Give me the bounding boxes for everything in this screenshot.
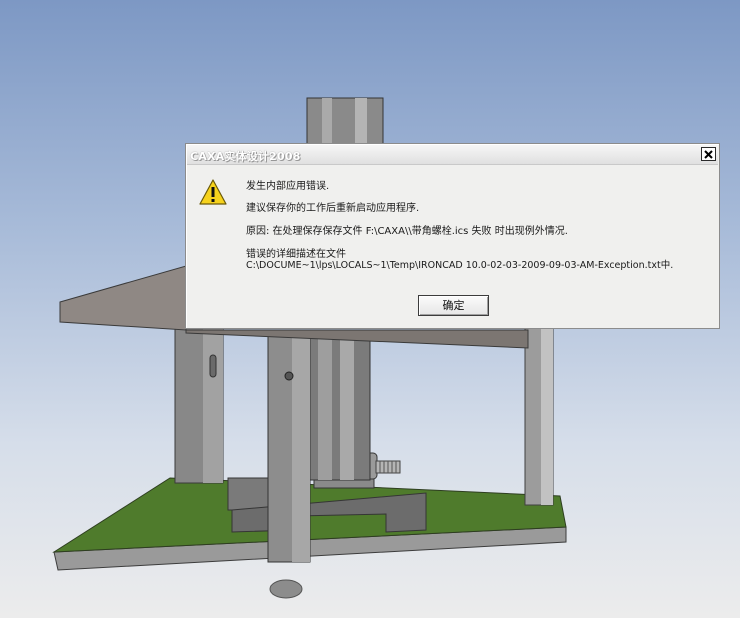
log-file-path: C:\DOCUME~1\lps\LOCALS~1\Temp\IRONCAD 10… bbox=[246, 260, 674, 271]
error-dialog: CAXA实体设计2008 发生内部应用错误. 建议保存你的工作后重新启动应用程序… bbox=[185, 143, 720, 329]
close-icon bbox=[704, 150, 713, 159]
ok-button[interactable]: 确定 bbox=[418, 295, 489, 316]
error-message: 发生内部应用错误. bbox=[246, 181, 330, 192]
reason-message: 原因: 在处理保存保存文件 F:\CAXA\\带角螺栓.ics 失败 时出现例外… bbox=[246, 226, 568, 237]
advice-message: 建议保存你的工作后重新启动应用程序. bbox=[246, 203, 420, 214]
warning-icon bbox=[199, 179, 227, 205]
dialog-titlebar[interactable]: CAXA实体设计2008 bbox=[187, 145, 718, 165]
dialog-title: CAXA实体设计2008 bbox=[190, 150, 301, 163]
close-button[interactable] bbox=[701, 147, 716, 161]
